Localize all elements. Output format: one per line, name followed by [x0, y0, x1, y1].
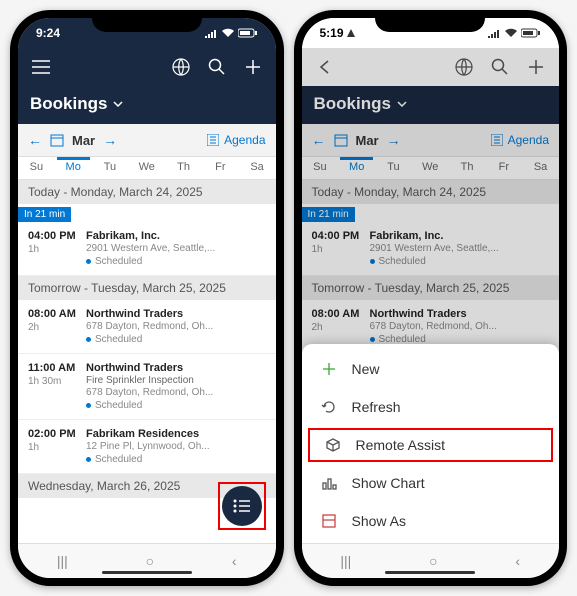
home-indicator: [102, 571, 192, 574]
menu-show-as[interactable]: Show As: [302, 502, 560, 540]
back-button[interactable]: ‹: [515, 553, 520, 569]
agenda-toggle[interactable]: Agenda: [207, 133, 265, 147]
globe-icon: [172, 58, 190, 76]
signal-icon: [487, 28, 501, 38]
recents-button[interactable]: |||: [340, 553, 351, 569]
weekday-th[interactable]: Th: [165, 157, 202, 179]
add-button[interactable]: [242, 56, 264, 78]
layout-icon: [320, 512, 338, 530]
status-icons: [204, 28, 258, 38]
cube-icon: [324, 436, 342, 454]
notch: [375, 10, 485, 32]
booking-time: 04:00 PM1h: [28, 230, 86, 267]
status-time: 9:24: [36, 26, 60, 40]
prev-month[interactable]: ←: [28, 132, 42, 148]
menu-new[interactable]: New: [302, 350, 560, 388]
plus-icon: [320, 360, 338, 378]
agenda-icon: [207, 134, 219, 146]
top-bar: [18, 48, 276, 86]
fab-highlight: [218, 482, 266, 530]
back-button[interactable]: ‹: [232, 553, 237, 569]
battery-icon: [238, 28, 258, 38]
booking-body: Northwind Traders678 Dayton, Redmond, Oh…: [86, 308, 266, 345]
booking-item[interactable]: 08:00 AM2hNorthwind Traders678 Dayton, R…: [18, 300, 276, 354]
menu-refresh[interactable]: Refresh: [302, 388, 560, 426]
weekday-mo[interactable]: Mo: [55, 157, 92, 179]
booking-item[interactable]: 11:00 AM1h 30mNorthwind TradersFire Spri…: [18, 354, 276, 420]
battery-icon: [521, 28, 541, 38]
date-header: Tomorrow - Tuesday, March 25, 2025: [18, 276, 276, 300]
phone-right: 5:19 Bookings ←: [294, 10, 568, 586]
menu-label: Remote Assist: [356, 437, 445, 453]
wifi-icon: [221, 28, 235, 38]
search-button[interactable]: [206, 56, 228, 78]
menu-label: New: [352, 361, 380, 377]
menu-button[interactable]: [30, 56, 52, 78]
list-icon: [233, 499, 251, 513]
booking-time: 02:00 PM1h: [28, 428, 86, 465]
booking-body: Fabrikam, Inc.2901 Western Ave, Seattle,…: [86, 230, 266, 267]
booking-item[interactable]: 04:00 PM1hFabrikam, Inc.2901 Western Ave…: [18, 222, 276, 276]
notch: [92, 10, 202, 32]
booking-body: Northwind TradersFire Sprinkler Inspecti…: [86, 362, 266, 411]
booking-item[interactable]: 02:00 PM1hFabrikam Residences12 Pine Pl,…: [18, 420, 276, 474]
weekday-we[interactable]: We: [128, 157, 165, 179]
page-title[interactable]: Bookings: [18, 86, 276, 124]
fab-button[interactable]: [222, 486, 262, 526]
screen-left: 9:24 Bookings ← Mar: [18, 18, 276, 578]
phone-left: 9:24 Bookings ← Mar: [10, 10, 284, 586]
time-badge: In 21 min: [18, 207, 71, 222]
booking-time: 11:00 AM1h 30m: [28, 362, 86, 411]
location-icon: [347, 29, 355, 37]
home-button[interactable]: ○: [146, 553, 154, 569]
refresh-icon: [320, 398, 338, 416]
weekday-su[interactable]: Su: [18, 157, 55, 179]
menu-label: Show Chart: [352, 475, 425, 491]
weekday-sa[interactable]: Sa: [239, 157, 276, 179]
signal-icon: [204, 28, 218, 38]
recents-button[interactable]: |||: [57, 553, 68, 569]
weekday-tu[interactable]: Tu: [92, 157, 129, 179]
menu-label: Show As: [352, 513, 406, 529]
calendar-icon: [50, 133, 64, 147]
status-icons: [487, 28, 541, 38]
month-label: Mar: [72, 133, 95, 148]
status-time: 5:19: [320, 26, 355, 40]
action-sheet: New Refresh Remote Assist Show Chart Show As: [302, 344, 560, 544]
weekday-fr[interactable]: Fr: [202, 157, 239, 179]
screen-right: 5:19 Bookings ←: [302, 18, 560, 578]
weekday-row: SuMoTuWeThFrSa: [18, 157, 276, 180]
search-icon: [208, 58, 226, 76]
menu-remote-assist[interactable]: Remote Assist: [306, 426, 556, 464]
chevron-down-icon: [113, 101, 123, 107]
calendar-bar: ← Mar → Agenda: [18, 124, 276, 157]
wifi-icon: [504, 28, 518, 38]
chart-icon: [320, 474, 338, 492]
booking-time: 08:00 AM2h: [28, 308, 86, 345]
home-indicator: [385, 571, 475, 574]
date-header: Today - Monday, March 24, 2025: [18, 180, 276, 204]
globe-button[interactable]: [170, 56, 192, 78]
hamburger-icon: [32, 60, 50, 74]
next-month[interactable]: →: [103, 132, 117, 148]
menu-show-chart[interactable]: Show Chart: [302, 464, 560, 502]
menu-label: Refresh: [352, 399, 401, 415]
home-button[interactable]: ○: [429, 553, 437, 569]
booking-body: Fabrikam Residences12 Pine Pl, Lynnwood,…: [86, 428, 266, 465]
plus-icon: [244, 58, 262, 76]
